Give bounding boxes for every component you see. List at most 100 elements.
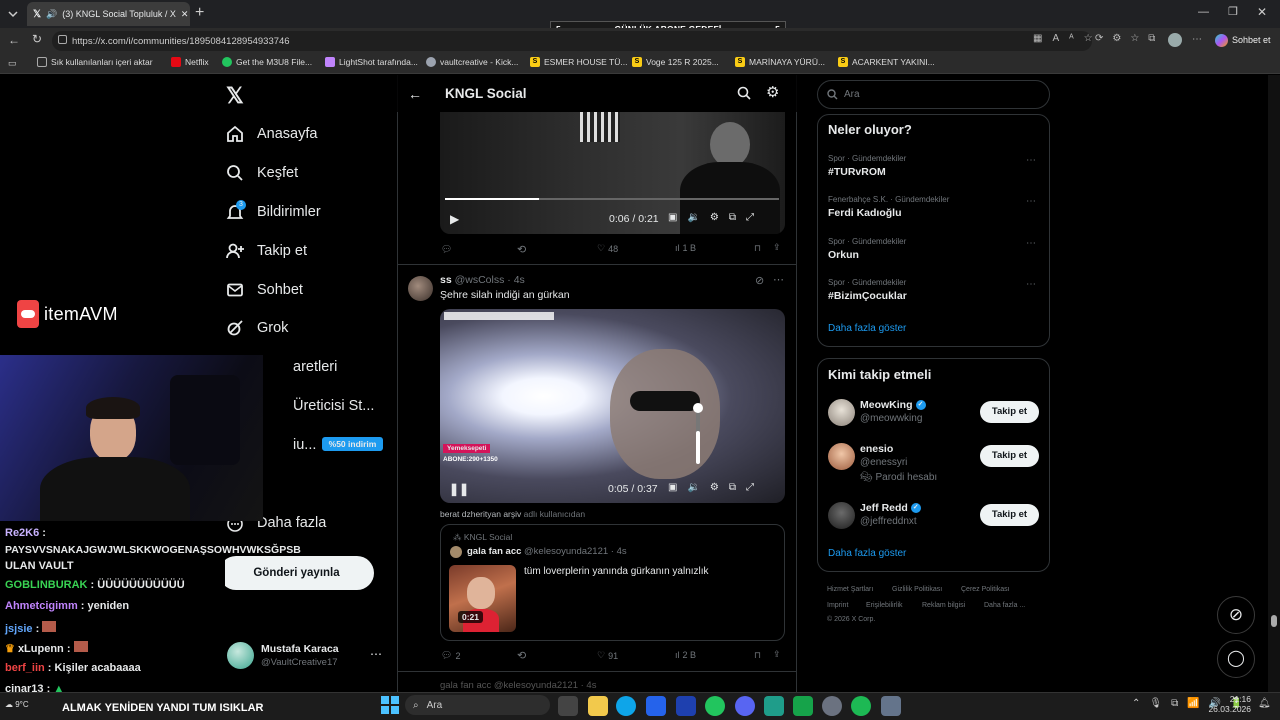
post2-time[interactable]: 4s: [514, 274, 525, 286]
nav-home[interactable]: Anasayfa: [257, 126, 317, 142]
bookmark-icon[interactable]: ⊓: [754, 243, 761, 254]
windows-start-icon[interactable]: [381, 696, 399, 714]
bookmark-lightshot[interactable]: LightShot tarafında...: [325, 57, 418, 67]
search-box[interactable]: Ara: [817, 80, 1050, 109]
enesio-avatar[interactable]: [828, 443, 855, 470]
views-button[interactable]: ıl 2 B: [675, 650, 696, 660]
taskbar-search[interactable]: ⌕ Ara: [405, 695, 550, 715]
trend-more-icon[interactable]: ⋯: [1026, 196, 1036, 207]
trend-item[interactable]: Fenerbahçe S.K. · Gündemdekiler Ferdi Kad…: [828, 195, 949, 219]
profile-avatar[interactable]: [1168, 33, 1182, 47]
notification-center-icon[interactable]: 🔔︎: [1258, 698, 1271, 709]
browser-tab[interactable]: 𝕏 🔊 (3) KNGL Social Topluluk / X ✕: [27, 2, 190, 26]
maximize-icon[interactable]: ❐: [1228, 5, 1238, 18]
trend-item[interactable]: Spor · Gündemdekiler #BizimÇocuklar: [828, 278, 907, 302]
more-menu-icon[interactable]: ⋯: [1192, 34, 1202, 45]
back-arrow-icon[interactable]: ←: [408, 86, 422, 102]
footer-link[interactable]: Daha fazla ...: [984, 602, 1025, 609]
like-button[interactable]: ♡ 48: [597, 243, 618, 254]
follow-button[interactable]: Takip et: [980, 445, 1039, 467]
bookmark-kick[interactable]: vaultcreative - Kick...: [426, 57, 518, 67]
video-controls[interactable]: ▣🔉⚙⧉⤢: [668, 212, 764, 223]
nav-grok[interactable]: Grok: [257, 320, 288, 336]
follow-name[interactable]: enesio: [860, 443, 893, 455]
follow-button[interactable]: Takip et: [980, 401, 1039, 423]
post2-author[interactable]: ss: [440, 274, 452, 286]
reply-icon[interactable]: 💬︎: [441, 244, 452, 255]
nav-explore[interactable]: Keşfet: [257, 165, 298, 181]
footer-link[interactable]: Çerez Politikası: [961, 586, 1010, 593]
video-controls[interactable]: ▣🔉⚙⧉⤢: [668, 482, 764, 493]
footer-link[interactable]: Hizmet Şartları: [827, 586, 873, 593]
repost-note-user[interactable]: berat dzherityan arşiv: [440, 509, 521, 519]
bookmark-voge[interactable]: S Voge 125 R 2025...: [632, 57, 719, 67]
bookmark-esmer[interactable]: S ESMER HOUSE TÜ...: [530, 57, 627, 67]
x-logo-icon[interactable]: 𝕏: [226, 83, 244, 109]
tab-close-icon[interactable]: ✕: [181, 9, 189, 20]
views-button[interactable]: ıl 1 B: [675, 243, 696, 253]
post2-more-icon[interactable]: ⋯: [773, 273, 784, 286]
bookmark-netflix[interactable]: Netflix: [171, 57, 209, 67]
nav-more[interactable]: Daha fazla: [257, 515, 326, 531]
footer-link[interactable]: Gizlilik Politikası: [892, 586, 942, 593]
footer-link[interactable]: Imprint: [827, 602, 848, 609]
nav-bookmarks[interactable]: aretleri: [293, 359, 337, 375]
trends-show-more[interactable]: Daha fazla göster: [828, 323, 906, 334]
reply-button[interactable]: 💬︎ 2: [441, 650, 460, 661]
nav-chat[interactable]: Sohbet: [257, 282, 303, 298]
trend-item[interactable]: Spor · Gündemdekiler Orkun: [828, 237, 906, 261]
spotify-icon[interactable]: [851, 696, 871, 716]
toolbar-icons[interactable]: ⟳⚙☆⧉: [1095, 33, 1164, 44]
post2-video[interactable]: [440, 309, 785, 503]
follow-show-more[interactable]: Daha fazla göster: [828, 548, 906, 559]
window-close-icon[interactable]: ✕: [1257, 5, 1267, 19]
kick-app-icon[interactable]: [793, 696, 813, 716]
reading-list-icon[interactable]: ▭: [8, 58, 17, 69]
copilot-button[interactable]: Sohbet et: [1215, 31, 1271, 49]
meowking-avatar[interactable]: [828, 399, 855, 426]
app-icon[interactable]: [764, 696, 784, 716]
account-menu-icon[interactable]: ⋯: [370, 647, 382, 661]
post-button[interactable]: Gönderi yayınla: [219, 556, 374, 590]
taskview-icon[interactable]: [558, 696, 578, 716]
share-icon[interactable]: ⇪: [773, 649, 781, 660]
minimize-icon[interactable]: —: [1198, 6, 1209, 18]
new-tab-icon[interactable]: +: [195, 4, 204, 22]
grok-post-icon[interactable]: ⊘: [755, 274, 764, 287]
chat-float-icon[interactable]: ◯: [1217, 640, 1255, 678]
url-field[interactable]: https://x.com/i/communities/189508412895…: [52, 31, 1092, 51]
bookmark-acarkent[interactable]: S ACARKENT YAKINI...: [838, 57, 935, 67]
footer-link[interactable]: Erişilebilirlik: [866, 602, 903, 609]
like-button[interactable]: ♡ 91: [597, 650, 618, 661]
mail-app-icon[interactable]: [676, 696, 696, 716]
nav-premium[interactable]: iu...: [293, 437, 316, 453]
jeffredd-avatar[interactable]: [828, 502, 855, 529]
user-avatar[interactable]: [227, 642, 254, 669]
pause-icon[interactable]: ❚❚: [449, 482, 469, 496]
follow-button[interactable]: Takip et: [980, 504, 1039, 526]
trend-more-icon[interactable]: ⋯: [1026, 279, 1036, 290]
repost-icon[interactable]: ⟲: [517, 649, 526, 662]
whatsapp-icon[interactable]: [705, 696, 725, 716]
obs-icon[interactable]: [822, 696, 842, 716]
weather-widget[interactable]: ☁ 9°C: [5, 700, 29, 709]
back-icon[interactable]: ←: [8, 33, 20, 47]
site-info-icon[interactable]: [58, 35, 67, 44]
grok-float-icon[interactable]: ⊘: [1217, 596, 1255, 634]
bookmark-import[interactable]: Sık kullanılanları içeri aktar: [37, 57, 153, 67]
trend-item[interactable]: Spor · Gündemdekiler #TURvROM: [828, 154, 906, 178]
tab-audio-icon[interactable]: 🔊: [46, 9, 57, 20]
bookmark-icon[interactable]: ⊓: [754, 650, 761, 661]
share-icon[interactable]: ⇪: [773, 242, 781, 253]
play-icon[interactable]: ▶: [450, 212, 459, 226]
file-explorer-icon[interactable]: [588, 696, 608, 716]
edge-icon[interactable]: [616, 696, 636, 716]
settings-app-icon[interactable]: [881, 696, 901, 716]
feed-search-icon[interactable]: [737, 86, 751, 100]
bookmark-m3u8[interactable]: Get the M3U8 File...: [222, 57, 312, 67]
bookmark-marina[interactable]: S MARİNAYA YÜRÜ...: [735, 57, 825, 67]
repost-icon[interactable]: ⟲: [517, 243, 526, 256]
address-bar-actions[interactable]: ▦Aᴬ☆: [1033, 33, 1103, 44]
post2-avatar[interactable]: [408, 276, 433, 301]
nav-notifications[interactable]: Bildirimler: [257, 204, 321, 220]
